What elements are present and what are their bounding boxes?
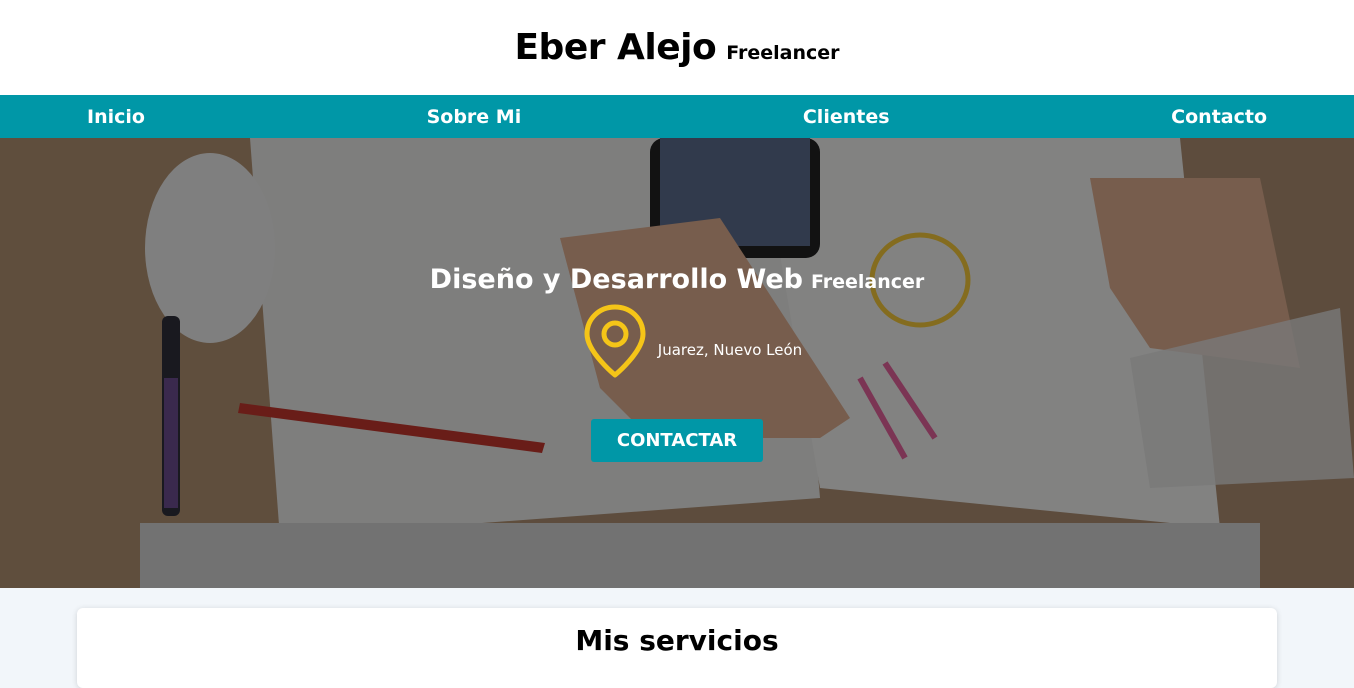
location: Juarez, Nuevo León bbox=[582, 303, 802, 383]
site-header: Eber Alejo Freelancer bbox=[0, 0, 1354, 95]
location-pin-icon bbox=[582, 303, 648, 383]
site-tagline: Freelancer bbox=[726, 42, 840, 64]
brand: Eber Alejo Freelancer bbox=[514, 27, 839, 68]
services-title: Mis servicios bbox=[575, 624, 779, 657]
location-text: Juarez, Nuevo León bbox=[657, 341, 803, 359]
hero-content: Diseño y Desarrollo Web Freelancer Juare… bbox=[0, 264, 1354, 462]
nav-item-inicio[interactable]: Inicio bbox=[87, 106, 145, 128]
services-card: Mis servicios bbox=[77, 608, 1277, 688]
main-nav: Inicio Sobre Mi Clientes Contacto bbox=[0, 95, 1354, 138]
hero: Diseño y Desarrollo Web Freelancer Juare… bbox=[0, 138, 1354, 588]
hero-title: Diseño y Desarrollo Web Freelancer bbox=[430, 264, 925, 295]
hero-title-main: Diseño y Desarrollo Web bbox=[429, 264, 804, 295]
nav-item-sobre-mi[interactable]: Sobre Mi bbox=[427, 106, 522, 128]
site-title: Eber Alejo bbox=[514, 27, 717, 68]
nav-item-contacto[interactable]: Contacto bbox=[1171, 106, 1267, 128]
hero-title-tag: Freelancer bbox=[811, 271, 925, 293]
nav-item-clientes[interactable]: Clientes bbox=[803, 106, 890, 128]
contact-button[interactable]: CONTACTAR bbox=[591, 419, 763, 462]
